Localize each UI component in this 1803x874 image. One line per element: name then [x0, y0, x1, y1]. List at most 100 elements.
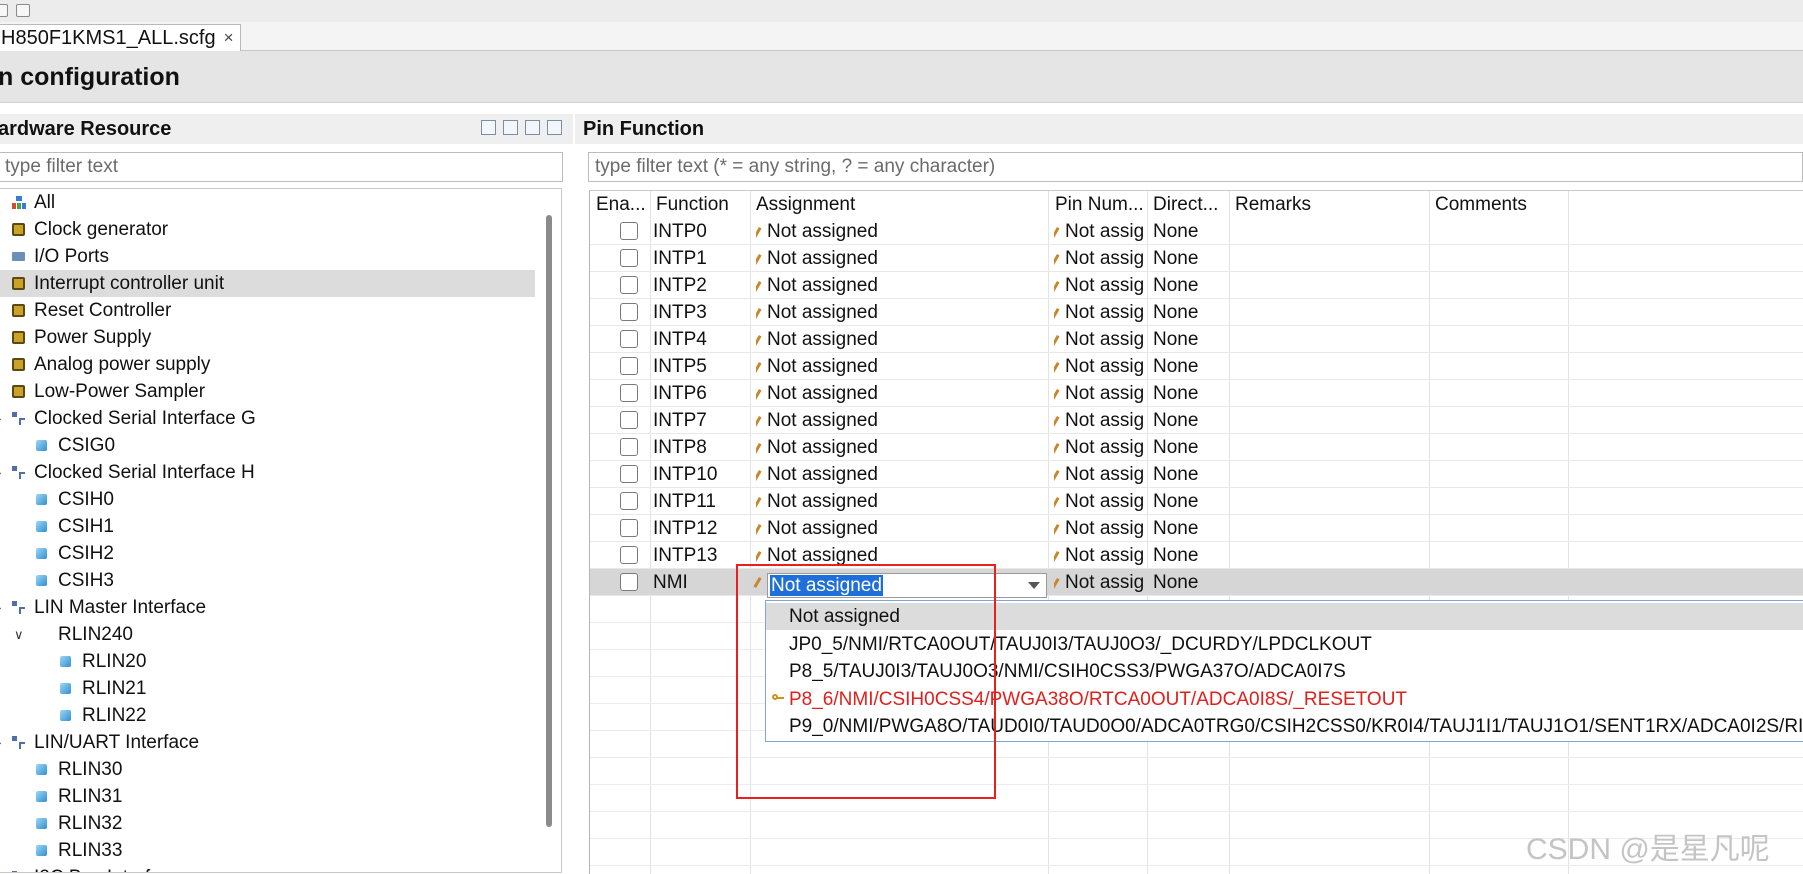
tree-item[interactable]: RLIN32 [0, 810, 535, 837]
tree-item[interactable]: RLIN33 [0, 837, 535, 864]
pin-number-cell[interactable]: Not assig [1054, 353, 1146, 380]
assignment-cell[interactable]: Not assigned [756, 272, 878, 299]
pin-number-cell[interactable]: Not assig [1054, 272, 1146, 299]
editor-tab[interactable]: H850F1KMS1_ALL.scfg × [0, 24, 241, 51]
open-icon[interactable] [0, 4, 8, 17]
tree-item[interactable]: Clock generator [0, 216, 535, 243]
table-row[interactable]: INTP2 Not assigned Not assig None [590, 272, 1803, 299]
hierarchy-icon[interactable] [547, 120, 562, 135]
tree-item[interactable]: Interrupt controller unit [0, 270, 535, 297]
assignment-cell[interactable]: Not assigned [756, 353, 878, 380]
sort-icon[interactable] [525, 120, 540, 135]
assignment-cell[interactable]: Not assigned [756, 299, 878, 326]
tree-item[interactable]: › LIN Master Interface [0, 594, 535, 621]
enable-checkbox[interactable] [620, 519, 638, 537]
table-row[interactable]: INTP6 Not assigned Not assig None [590, 380, 1803, 407]
table-row[interactable]: INTP12 Not assigned Not assig None [590, 515, 1803, 542]
column-header[interactable]: Remarks [1235, 193, 1427, 217]
pin-number-cell[interactable]: Not assig [1054, 299, 1146, 326]
table-row[interactable]: INTP4 Not assigned Not assig None [590, 326, 1803, 353]
enable-checkbox[interactable] [620, 546, 638, 564]
chevron-down-icon[interactable] [1028, 582, 1040, 589]
enable-checkbox[interactable] [620, 303, 638, 321]
assignment-cell[interactable]: Not assigned [756, 218, 878, 245]
tree-item[interactable]: Analog power supply [0, 351, 535, 378]
enable-checkbox[interactable] [620, 438, 638, 456]
close-icon[interactable]: × [224, 25, 234, 51]
enable-checkbox[interactable] [620, 465, 638, 483]
table-row[interactable]: INTP0 Not assigned Not assig None [590, 218, 1803, 245]
tree-item[interactable]: RLIN21 [0, 675, 535, 702]
pin-number-cell[interactable]: Not assig [1054, 218, 1146, 245]
column-header[interactable]: Function [656, 193, 748, 217]
expand-twisty-icon[interactable]: › [0, 459, 1, 486]
assignment-cell[interactable]: Not assigned [756, 515, 878, 542]
pin-number-cell[interactable]: Not assig [1054, 434, 1146, 461]
tree-item[interactable]: › I2C Bus Interfac [0, 864, 535, 872]
column-header[interactable]: Comments [1435, 193, 1566, 217]
tree-item[interactable]: Low-Power Sampler [0, 378, 535, 405]
enable-checkbox[interactable] [620, 411, 638, 429]
table-row[interactable]: INTP1 Not assigned Not assig None [590, 245, 1803, 272]
pin-number-cell[interactable]: Not assig [1054, 380, 1146, 407]
assignment-cell[interactable]: Not assigned [756, 407, 878, 434]
tree-item[interactable]: RLIN30 [0, 756, 535, 783]
assignment-cell[interactable]: Not assigned [756, 461, 878, 488]
column-header[interactable]: Direct... [1153, 193, 1227, 217]
tree-item[interactable]: CSIG0 [0, 432, 535, 459]
tree-item[interactable]: RLIN22 [0, 702, 535, 729]
pin-number-cell[interactable]: Not assig [1054, 326, 1146, 353]
expand-twisty-icon[interactable]: › [0, 729, 1, 756]
tree-item[interactable]: › Clocked Serial Interface H [0, 459, 535, 486]
hardware-filter-input[interactable]: type filter text [0, 152, 563, 182]
table-row[interactable]: INTP5 Not assigned Not assig None [590, 353, 1803, 380]
column-header[interactable]: Assignment [756, 193, 1046, 217]
enable-checkbox[interactable] [620, 222, 638, 240]
save-icon[interactable] [16, 4, 30, 17]
pin-number-cell[interactable]: Not assig [1054, 461, 1146, 488]
table-row[interactable]: INTP10 Not assigned Not assig None [590, 461, 1803, 488]
assignment-cell[interactable]: Not assigned [756, 245, 878, 272]
column-header[interactable]: Pin Num... [1055, 193, 1146, 217]
enable-checkbox[interactable] [620, 249, 638, 267]
table-row[interactable]: INTP8 Not assigned Not assig None [590, 434, 1803, 461]
table-row[interactable]: INTP11 Not assigned Not assig None [590, 488, 1803, 515]
pin-number-cell[interactable]: Not assig [1054, 245, 1146, 272]
expand-all-icon[interactable] [481, 120, 496, 135]
tree-item[interactable]: I/O Ports [0, 243, 535, 270]
tree-item[interactable]: RLIN20 [0, 648, 535, 675]
assignment-cell[interactable]: Not assigned [756, 434, 878, 461]
tree-item[interactable]: › Clocked Serial Interface G [0, 405, 535, 432]
enable-checkbox[interactable] [620, 384, 638, 402]
table-row[interactable]: INTP7 Not assigned Not assig None [590, 407, 1803, 434]
tree-scrollbar[interactable] [546, 215, 552, 827]
enable-checkbox[interactable] [620, 330, 638, 348]
tree-item[interactable]: CSIH1 [0, 513, 535, 540]
enable-checkbox[interactable] [620, 276, 638, 294]
tree-item[interactable]: CSIH2 [0, 540, 535, 567]
tree-item[interactable]: ∨ RLIN240 [0, 621, 535, 648]
assignment-cell[interactable]: Not assigned [756, 326, 878, 353]
pin-filter-input[interactable]: type filter text (* = any string, ? = an… [588, 152, 1803, 182]
expand-twisty-icon[interactable]: › [0, 864, 1, 872]
enable-checkbox[interactable] [620, 573, 638, 591]
assignment-cell[interactable]: Not assigned [756, 380, 878, 407]
enable-checkbox[interactable] [620, 492, 638, 510]
pin-number-cell[interactable]: Not assig [1054, 515, 1146, 542]
tree-item[interactable]: › LIN/UART Interface [0, 729, 535, 756]
pin-number-cell[interactable]: Not assig [1054, 569, 1146, 596]
expand-twisty-icon[interactable]: › [0, 405, 1, 432]
assignment-cell[interactable]: Not assigned [756, 488, 878, 515]
tree-item[interactable]: Power Supply [0, 324, 535, 351]
tree-item[interactable]: Reset Controller [0, 297, 535, 324]
expand-twisty-icon[interactable]: › [0, 594, 1, 621]
pin-number-cell[interactable]: Not assig [1054, 542, 1146, 569]
tree-item[interactable]: RLIN31 [0, 783, 535, 810]
tree-item[interactable]: All [0, 189, 535, 216]
collapse-all-icon[interactable] [503, 120, 518, 135]
tree-item[interactable]: CSIH3 [0, 567, 535, 594]
column-header[interactable]: Ena... [596, 193, 648, 217]
collapse-twisty-icon[interactable]: ∨ [14, 621, 24, 648]
table-row[interactable]: INTP3 Not assigned Not assig None [590, 299, 1803, 326]
tree-item[interactable]: CSIH0 [0, 486, 535, 513]
